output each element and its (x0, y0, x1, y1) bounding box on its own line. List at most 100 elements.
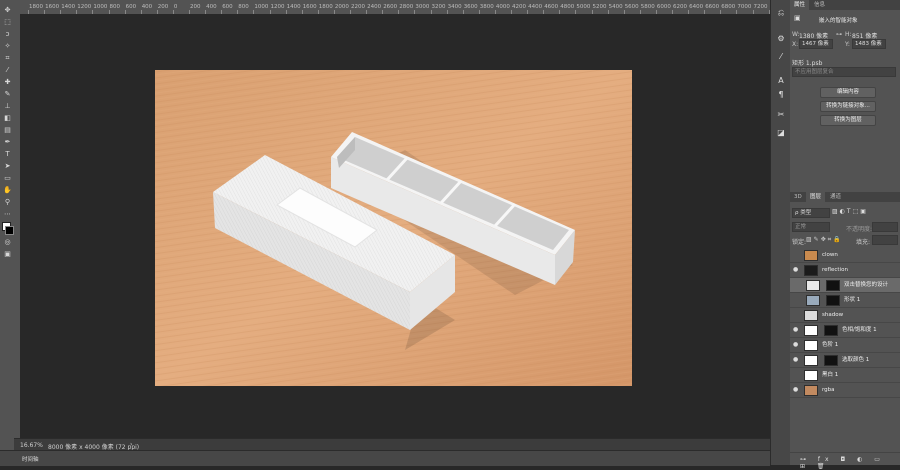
zoom-tool-icon[interactable]: ⚲ (3, 198, 12, 206)
visibility-eye-icon[interactable]: ● (793, 342, 799, 348)
ruler-tick-label: 1200 (77, 4, 92, 10)
more-tools-icon[interactable]: ⋯ (3, 210, 12, 218)
status-menu-arrow[interactable]: › (130, 441, 132, 448)
history-icon[interactable]: ⎌ (776, 8, 786, 17)
marquee-tool-icon[interactable]: ⬚ (3, 18, 12, 26)
layer-name: 色相/饱和度 1 (842, 327, 877, 333)
visibility-eye-icon[interactable]: ● (793, 357, 799, 363)
layer-mask-thumbnail (826, 280, 840, 291)
visibility-eye-icon[interactable]: ● (793, 327, 799, 333)
tab-info[interactable]: 信息 (810, 0, 829, 10)
visibility-eye-icon[interactable]: ● (793, 387, 799, 393)
crop-tool-icon[interactable]: ⌗ (3, 54, 12, 62)
file-name: 矩形 1.psb (792, 60, 823, 67)
visibility-eye-icon[interactable] (793, 297, 799, 303)
tab-properties[interactable]: 属性 (790, 0, 810, 10)
convert-to-linked-button[interactable]: 转换为链接对象... (820, 101, 876, 112)
gradient-tool-icon[interactable]: ▤ (3, 126, 12, 134)
visibility-eye-icon[interactable]: ● (793, 267, 799, 273)
layer-row[interactable]: ● 选取颜色 1 (790, 353, 900, 368)
blend-mode-select[interactable]: 正常 (792, 222, 830, 232)
layer-actions-icons[interactable]: ⊶ fx ◘ ◐ ▭ ⊞ 🗑 (800, 456, 900, 470)
layer-row[interactable]: 双击替换您的设计 (790, 278, 900, 293)
ruler-tick-label: 2800 (399, 4, 414, 10)
x-field[interactable]: 1467 像素 (799, 39, 833, 49)
layer-thumbnail (804, 355, 818, 366)
background-color-swatch[interactable] (5, 226, 14, 235)
ruler-tick-label: 800 (238, 4, 249, 10)
y-field[interactable]: 1483 像素 (852, 39, 886, 49)
layer-row[interactable]: clown (790, 248, 900, 263)
ruler-tick-label: 200 (157, 4, 169, 10)
path-selection-tool-icon[interactable]: ➤ (3, 162, 12, 170)
ruler-tick-label: 4000 (495, 4, 510, 10)
move-tool-icon[interactable]: ✥ (3, 6, 12, 14)
hand-tool-icon[interactable]: ✋ (3, 186, 12, 194)
layer-row[interactable]: ● 色阶 1 (790, 338, 900, 353)
layer-thumbnail (804, 250, 818, 261)
document-image[interactable] (155, 70, 632, 386)
ruler-tick-label: 1800 (318, 4, 333, 10)
tools-settings-icon[interactable]: ✂ (776, 110, 786, 119)
ruler-tick-label: 4800 (560, 4, 575, 10)
tools-panel: ✥ ⬚ ↄ ✧ ⌗ ⁄ ✚ ✎ ⊥ ◧ ▤ ✒ T ➤ ▭ ✋ ⚲ ⋯ ◎ ▣ (0, 0, 15, 465)
fill-field[interactable] (872, 235, 898, 245)
lock-icons[interactable]: ▨✎✥⌗🔒 (806, 236, 843, 244)
x-label: X: (792, 41, 799, 48)
visibility-eye-icon[interactable] (793, 252, 799, 258)
zoom-level[interactable]: 16.67% (20, 442, 43, 449)
ruler-tick-label: 3600 (463, 4, 478, 10)
convert-to-layers-button[interactable]: 转换为图层 (820, 115, 876, 126)
brush-tool-icon[interactable]: ✎ (3, 90, 12, 98)
layer-name: reflection (822, 267, 848, 273)
paragraph-icon[interactable]: ¶ (776, 90, 786, 99)
healing-brush-tool-icon[interactable]: ✚ (3, 78, 12, 86)
link-icon[interactable]: ⊶ (836, 31, 842, 38)
layer-name: 形状 1 (844, 297, 861, 303)
layer-filter-select[interactable]: ρ 类型 (792, 208, 830, 218)
visibility-eye-icon[interactable] (793, 282, 799, 288)
lasso-tool-icon[interactable]: ↄ (3, 30, 12, 38)
layer-row[interactable]: 黑白 1 (790, 368, 900, 383)
opacity-field[interactable] (872, 222, 898, 232)
timeline-tab[interactable]: 时间轴 (22, 455, 39, 463)
right-panels: 属性 信息 ▣ 嵌入的智能对象 W: 1380 像素 ⊶ H: 851 像素 X… (790, 0, 900, 470)
quick-mask-icon[interactable]: ◎ (3, 238, 12, 246)
eraser-tool-icon[interactable]: ◧ (3, 114, 12, 122)
layer-row[interactable]: shadow (790, 308, 900, 323)
ruler-tick-label: 1600 (45, 4, 60, 10)
visibility-eye-icon[interactable] (793, 312, 799, 318)
layer-name: shadow (822, 312, 844, 318)
eyedropper-tool-icon[interactable]: ⁄ (3, 66, 12, 74)
ruler-tick-label: 3000 (415, 4, 430, 10)
character-icon[interactable]: A (776, 76, 786, 85)
edit-contents-button[interactable]: 编辑内容 (820, 87, 876, 98)
ruler-tick-label: 6600 (705, 4, 720, 10)
type-tool-icon[interactable]: T (3, 150, 12, 158)
layer-row[interactable]: ● 色相/饱和度 1 (790, 323, 900, 338)
tab-channels[interactable]: 通道 (826, 192, 845, 202)
screen-mode-icon[interactable]: ▣ (3, 250, 12, 258)
layer-row[interactable]: ● rgba (790, 383, 900, 398)
ruler-tick-label: 3400 (447, 4, 462, 10)
layers-footer: ⊶ fx ◘ ◐ ▭ ⊞ 🗑 (790, 452, 900, 470)
ruler-tick-label: 6800 (721, 4, 736, 10)
tab-layers[interactable]: 图层 (806, 192, 826, 202)
layer-comp-select[interactable]: 不应用图层复合 (792, 67, 896, 77)
adjustments-icon[interactable]: ⚙ (776, 34, 786, 43)
pen-tool-icon[interactable]: ✒ (3, 138, 12, 146)
layers-tabbar: 3D 图层 通道 (790, 192, 900, 202)
layer-row[interactable]: ● reflection (790, 263, 900, 278)
layer-row[interactable]: 形状 1 (790, 293, 900, 308)
rectangle-tool-icon[interactable]: ▭ (3, 174, 12, 182)
visibility-eye-icon[interactable] (793, 372, 799, 378)
filter-icons[interactable]: ▨◐T⬚▣ (832, 208, 868, 215)
y-label: Y: (845, 41, 850, 48)
magic-wand-tool-icon[interactable]: ✧ (3, 42, 12, 50)
opacity-label: 不透明度: (846, 226, 873, 233)
tab-3d[interactable]: 3D (790, 192, 806, 202)
styles-icon[interactable]: ◪ (776, 128, 786, 137)
clone-stamp-tool-icon[interactable]: ⊥ (3, 102, 12, 110)
brush-settings-icon[interactable]: ⁄ (776, 52, 786, 61)
ruler-tick-label: 2000 (334, 4, 349, 10)
